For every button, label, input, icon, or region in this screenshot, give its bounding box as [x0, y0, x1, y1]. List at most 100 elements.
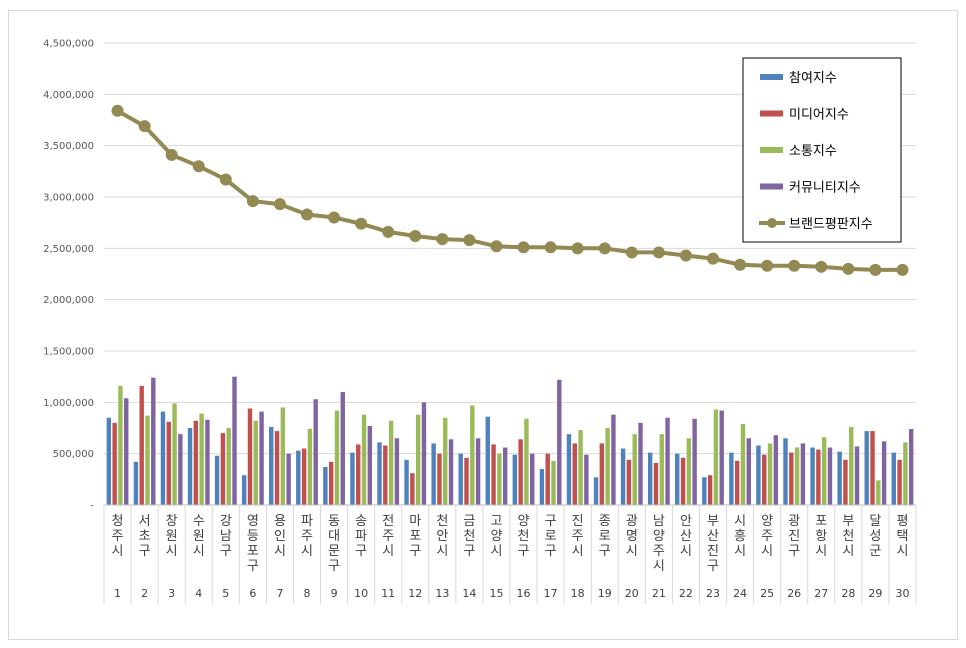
category-label-char: 성 — [869, 529, 881, 544]
bar-2 — [112, 422, 117, 505]
rank-label: 20 — [625, 587, 639, 600]
category-label-char: 창 — [166, 514, 178, 529]
bar-3 — [497, 453, 502, 505]
brand-index-point — [842, 262, 855, 275]
category-label-char: 구 — [599, 544, 611, 559]
bar-4 — [394, 438, 400, 505]
category-label-char: 시 — [896, 544, 908, 559]
brand-index-point — [382, 225, 395, 238]
brand-index-point — [111, 104, 124, 117]
bar-1 — [729, 452, 734, 505]
category-label-char: 시 — [166, 544, 178, 559]
bar-3 — [605, 428, 610, 505]
category-label-char: 초 — [139, 529, 151, 544]
category-label-char: 시 — [572, 544, 584, 559]
bar-3 — [253, 420, 258, 505]
rank-label: 5 — [222, 587, 229, 600]
rank-label: 14 — [462, 587, 476, 600]
bar-4 — [908, 429, 914, 505]
category-label-char: 구 — [139, 544, 151, 559]
bar-2 — [356, 444, 361, 505]
bar-1 — [241, 475, 247, 505]
rank-label: 22 — [679, 587, 693, 600]
category-label-char: 시 — [734, 514, 746, 529]
category-label-char: 주 — [382, 529, 394, 544]
bar-3 — [876, 480, 881, 505]
category-label-char: 포 — [247, 544, 259, 559]
bar-4 — [557, 379, 562, 505]
bar-4 — [530, 453, 535, 505]
bar-1 — [593, 477, 599, 505]
brand-index-point — [409, 230, 422, 243]
bar-4 — [827, 447, 833, 505]
bar-3 — [767, 443, 773, 505]
bar-4 — [232, 376, 237, 505]
brand-index-point — [246, 195, 259, 208]
category-label-char: 진 — [788, 529, 800, 544]
category-label-char: 포 — [815, 514, 827, 529]
category-label-char: 시 — [193, 544, 205, 559]
bar-4 — [665, 417, 670, 505]
category-label-char: 대 — [328, 529, 340, 544]
y-tick-label: 1,000,000 — [43, 398, 94, 409]
bar-2 — [220, 433, 226, 505]
bar-1 — [133, 461, 139, 505]
legend-swatch — [760, 74, 783, 80]
legend-label: 소통지수 — [789, 144, 837, 159]
bar-3 — [388, 420, 394, 505]
bar-2 — [897, 459, 902, 505]
bar-1 — [756, 445, 761, 505]
category-label-char: 주 — [572, 529, 584, 544]
bar-1 — [702, 477, 707, 505]
category-label-char: 주 — [112, 529, 124, 544]
rank-label: 29 — [868, 587, 882, 600]
bar-4 — [421, 402, 427, 505]
category-label-char: 동 — [328, 514, 340, 529]
category-label-char: 양 — [761, 514, 773, 529]
category-label-char: 구 — [328, 559, 340, 574]
rank-label: 8 — [304, 587, 311, 600]
bar-3 — [361, 414, 367, 505]
bar-3 — [415, 414, 421, 505]
category-label-char: 구 — [707, 559, 719, 574]
category-label-char: 시 — [112, 544, 124, 559]
bar-3 — [686, 438, 692, 505]
rank-label: 9 — [331, 587, 338, 600]
bar-3 — [145, 415, 150, 505]
bar-4 — [259, 411, 264, 505]
category-label-char: 구 — [518, 544, 530, 559]
category-label-char: 구 — [355, 544, 367, 559]
bar-4 — [151, 377, 156, 505]
brand-reputation-chart: - 500,000 1,000,000 1,500,000 2,000,000 2,500… — [43, 39, 917, 604]
category-label-char: 파 — [301, 514, 313, 529]
y-tick-label: 4,000,000 — [43, 90, 94, 101]
brand-index-point — [355, 217, 368, 230]
legend: 참여지수미디어지수소통지수커뮤니티지수브랜드평판지수 — [742, 57, 902, 243]
category-label-char: 구 — [247, 559, 259, 574]
category-label-char: 양 — [518, 514, 530, 529]
x-axis: 청주시1서초구2창원시3수원시4강남구5영등포구6용인시7파주시8동대문구9송파… — [103, 504, 917, 604]
bar-2 — [166, 421, 171, 505]
category-label-char: 전 — [382, 514, 394, 529]
bar-2 — [626, 459, 632, 505]
brand-index-point — [869, 263, 882, 276]
legend-swatch — [760, 110, 783, 117]
bar-2 — [247, 408, 253, 505]
category-label-char: 서 — [139, 514, 151, 529]
rank-label: 18 — [571, 587, 585, 600]
rank-label: 2 — [141, 587, 148, 600]
bar-1 — [458, 453, 463, 505]
y-tick-label: 2,000,000 — [43, 295, 94, 306]
brand-index-point — [436, 233, 449, 246]
bar-2 — [139, 385, 144, 505]
category-label-char: 구 — [545, 514, 557, 529]
bar-4 — [746, 438, 751, 505]
category-label-char: 달 — [869, 514, 881, 529]
brand-index-point — [544, 241, 557, 254]
bar-4 — [124, 398, 129, 505]
bar-4 — [854, 446, 860, 505]
category-label-char: 로 — [599, 529, 611, 544]
rank-label: 7 — [276, 587, 283, 600]
bar-2 — [843, 459, 848, 505]
bar-2 — [545, 453, 550, 505]
